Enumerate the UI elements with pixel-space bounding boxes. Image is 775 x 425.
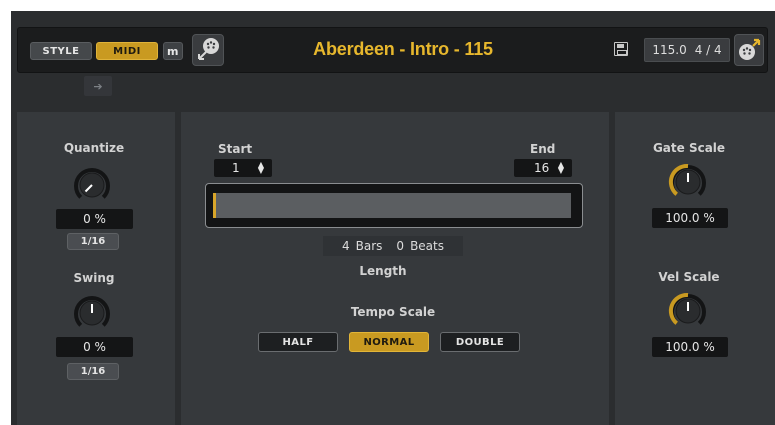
tempo-display[interactable]: 115.0 4 / 4: [644, 38, 730, 62]
end-label: End: [530, 142, 556, 156]
time-signature: 4 / 4: [694, 43, 722, 57]
playhead-marker: [213, 193, 216, 218]
vel-scale-knob[interactable]: [667, 290, 709, 332]
tempo-value: 115.0: [652, 43, 687, 57]
pattern-title: Aberdeen - Intro - 115: [313, 39, 493, 59]
spin-arrows-icon[interactable]: ▲ ▼: [258, 161, 264, 175]
swing-resolution-button[interactable]: 1/16: [67, 363, 119, 380]
midi-button[interactable]: MIDI: [96, 42, 158, 60]
start-value: 1: [232, 161, 240, 175]
sync-button[interactable]: [734, 34, 764, 66]
swing-knob[interactable]: [71, 292, 113, 334]
end-spinbox[interactable]: 16 ▲ ▼: [514, 159, 572, 177]
length-label: Length: [359, 264, 407, 278]
style-button[interactable]: STYLE: [30, 42, 92, 60]
range-selection[interactable]: [213, 193, 571, 218]
quantize-value[interactable]: 0 %: [56, 209, 133, 229]
arrow-right-icon: ➔: [93, 79, 103, 93]
tempo-scale-label: Tempo Scale: [350, 305, 436, 319]
swing-value[interactable]: 0 %: [56, 337, 133, 357]
start-spinbox[interactable]: 1 ▲ ▼: [214, 159, 272, 177]
swing-label: Swing: [73, 271, 115, 285]
length-display: 4 Bars 0 Beats: [323, 236, 463, 256]
arrow-right-button[interactable]: ➔: [84, 76, 112, 96]
m-button[interactable]: m: [163, 42, 183, 60]
sync-icon: [739, 38, 761, 60]
start-label: Start: [218, 142, 253, 156]
vel-scale-value[interactable]: 100.0 %: [652, 337, 728, 357]
bars-value: 4: [342, 239, 350, 253]
midi-port-button[interactable]: [192, 34, 224, 66]
gate-scale-label: Gate Scale: [652, 141, 726, 155]
scale-panel: [615, 112, 775, 425]
quantize-label: Quantize: [63, 141, 125, 155]
header-bar: STYLE MIDI m Aberdeen - Intro - 115 115.…: [17, 27, 768, 73]
tempo-normal-button[interactable]: NORMAL: [349, 332, 429, 352]
beats-value: 0: [396, 239, 405, 253]
range-bar[interactable]: [205, 183, 583, 228]
vel-scale-label: Vel Scale: [658, 270, 720, 284]
end-value: 16: [534, 161, 550, 175]
gate-scale-knob[interactable]: [667, 161, 709, 203]
bars-unit: Bars: [355, 239, 383, 253]
tempo-half-button[interactable]: HALF: [258, 332, 338, 352]
quantize-resolution-button[interactable]: 1/16: [67, 233, 119, 250]
midi-port-icon: [198, 38, 219, 60]
spin-arrows-icon[interactable]: ▲ ▼: [558, 161, 564, 175]
beats-unit: Beats: [410, 239, 444, 253]
tempo-double-button[interactable]: DOUBLE: [440, 332, 520, 352]
quantize-knob[interactable]: [71, 164, 113, 206]
save-icon[interactable]: [614, 42, 628, 56]
gate-scale-value[interactable]: 100.0 %: [652, 208, 728, 228]
